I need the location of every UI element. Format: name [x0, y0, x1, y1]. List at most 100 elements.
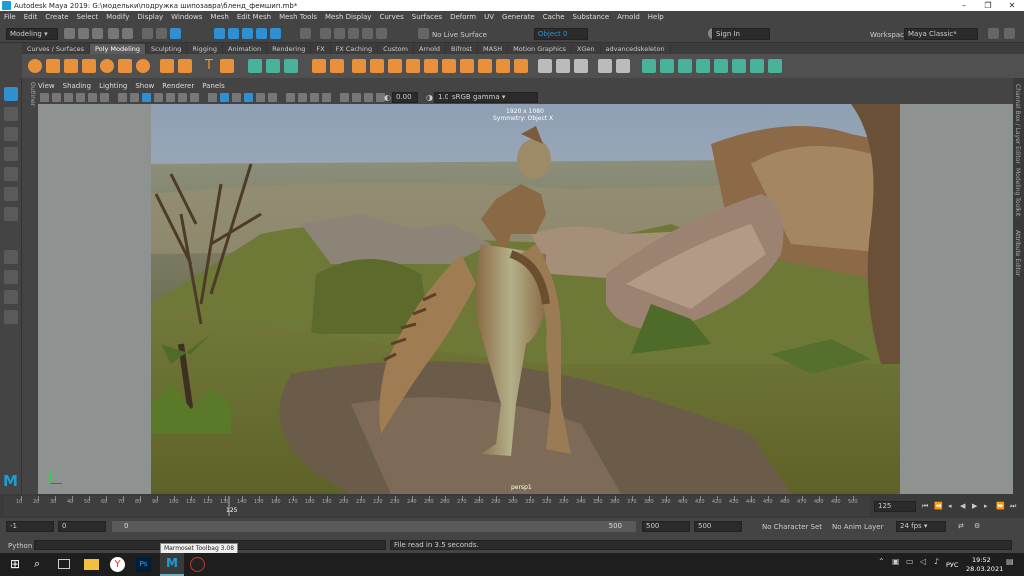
textured-icon[interactable]	[244, 93, 253, 102]
poly-cone-icon[interactable]	[82, 59, 96, 73]
shelf-tab-custom[interactable]: Custom	[378, 44, 414, 54]
anim-prefs-icon[interactable]: ⚙	[974, 522, 980, 530]
panel-menu-renderer[interactable]: Renderer	[162, 82, 194, 92]
use-all-lights-icon[interactable]	[256, 93, 265, 102]
toggle-toolbox-icon[interactable]	[988, 28, 999, 39]
camera-attributes-icon[interactable]	[52, 93, 61, 102]
network-icon[interactable]: ▭	[906, 557, 921, 572]
bridge-icon[interactable]	[370, 59, 384, 73]
select-component-icon[interactable]	[170, 28, 181, 39]
history-icon[interactable]	[300, 28, 311, 39]
character-set-label[interactable]: No Character Set	[762, 523, 822, 531]
toggle-channelbox-icon[interactable]	[1004, 28, 1015, 39]
safe-title-icon[interactable]	[190, 93, 199, 102]
play-forward-icon[interactable]: ▶	[972, 502, 977, 510]
live-surface-icon[interactable]	[418, 28, 429, 39]
menu-cache[interactable]: Cache	[543, 13, 565, 21]
restore-button[interactable]: ❐	[976, 0, 1000, 11]
poly-cylinder-icon[interactable]	[64, 59, 78, 73]
extrude-icon[interactable]	[352, 59, 366, 73]
motion-blur-icon[interactable]	[298, 93, 307, 102]
step-forward-frame-icon[interactable]: ▸	[984, 502, 988, 510]
start-icon[interactable]: ⊞	[10, 557, 25, 572]
view-transform-dropdown[interactable]: sRGB gamma ▾	[448, 92, 538, 103]
notifications-icon[interactable]: ▤	[1006, 557, 1021, 572]
film-gate-icon[interactable]	[130, 93, 139, 102]
sign-in-dropdown[interactable]: Sign In	[712, 28, 770, 40]
go-to-end-icon[interactable]: ⏭	[1010, 502, 1016, 511]
edge-loop-icon[interactable]	[514, 59, 528, 73]
snap-grid-icon[interactable]	[214, 28, 225, 39]
type-text-icon[interactable]: T	[202, 59, 216, 73]
menu-file[interactable]: File	[4, 13, 16, 21]
menu-windows[interactable]: Windows	[171, 13, 202, 21]
menu-edit[interactable]: Edit	[24, 13, 38, 21]
xray-active-icon[interactable]	[364, 93, 373, 102]
sculpt-pinch-icon[interactable]	[696, 59, 710, 73]
volume-icon[interactable]: ◁	[920, 557, 935, 572]
yandex-browser-icon[interactable]: Y	[110, 557, 125, 572]
fill-hole-icon[interactable]	[406, 59, 420, 73]
bevel-icon[interactable]	[388, 59, 402, 73]
shelf-tab-rendering[interactable]: Rendering	[267, 44, 312, 54]
file-explorer-icon[interactable]	[84, 559, 99, 570]
snap-view-icon[interactable]	[256, 28, 267, 39]
input-language[interactable]: РУС	[946, 561, 958, 569]
panel-menu-view[interactable]: View	[38, 82, 55, 92]
open-scene-icon[interactable]	[78, 28, 89, 39]
shelf-tab-motion-graphics[interactable]: Motion Graphics	[508, 44, 572, 54]
auto-key-icon[interactable]: ⇄	[958, 522, 964, 530]
step-back-key-icon[interactable]: ⏪	[934, 502, 943, 510]
move-tool-icon[interactable]	[4, 147, 18, 161]
shelf-tab-bifrost[interactable]: Bifrost	[446, 44, 479, 54]
menu-mesh-tools[interactable]: Mesh Tools	[279, 13, 317, 21]
shelf-tab-curves-surfaces[interactable]: Curves / Surfaces	[22, 44, 91, 54]
automatic-map-icon[interactable]	[556, 59, 570, 73]
super-shape-icon[interactable]	[178, 59, 192, 73]
panel-menu-lighting[interactable]: Lighting	[99, 82, 127, 92]
menu-display[interactable]: Display	[137, 13, 163, 21]
shelf-tab-xgen[interactable]: XGen	[572, 44, 601, 54]
poly-torus-icon[interactable]	[100, 59, 114, 73]
image-plane-icon[interactable]	[76, 93, 85, 102]
smooth-shade-icon[interactable]	[220, 93, 229, 102]
shelf-tab-fx[interactable]: FX	[311, 44, 331, 54]
panel-menu-panels[interactable]: Panels	[202, 82, 225, 92]
select-object-icon[interactable]	[156, 28, 167, 39]
hypershade-icon[interactable]	[362, 28, 373, 39]
menu-substance[interactable]: Substance	[573, 13, 610, 21]
tray-up-icon[interactable]: ⌃	[878, 557, 893, 572]
exposure-field[interactable]: 0.00	[392, 92, 418, 103]
channel-box-tab[interactable]: Channel Box / Layer Editor	[1014, 84, 1021, 164]
animation-start-field[interactable]: -1	[6, 521, 54, 532]
go-to-start-icon[interactable]: ⏮	[922, 502, 928, 511]
shelf-tab-mash[interactable]: MASH	[478, 44, 509, 54]
connect-icon[interactable]	[478, 59, 492, 73]
field-chart-icon[interactable]	[166, 93, 175, 102]
mirror-icon[interactable]	[330, 59, 344, 73]
menu-surfaces[interactable]: Surfaces	[412, 13, 442, 21]
shelf-tab-animation[interactable]: Animation	[223, 44, 268, 54]
planar-map-icon[interactable]	[538, 59, 552, 73]
object-field[interactable]: Object 0	[534, 28, 588, 40]
shelf-tab-arnold[interactable]: Arnold	[414, 44, 447, 54]
redo-icon[interactable]	[122, 28, 133, 39]
panel-menu-show[interactable]: Show	[135, 82, 154, 92]
menu-mesh[interactable]: Mesh	[210, 13, 228, 21]
sculpt-relax-icon[interactable]	[678, 59, 692, 73]
sculpt-foamy-icon[interactable]	[732, 59, 746, 73]
menu-mesh-display[interactable]: Mesh Display	[325, 13, 371, 21]
snap-curve-icon[interactable]	[228, 28, 239, 39]
range-bar[interactable]: 0 500	[112, 521, 636, 532]
task-view-icon[interactable]	[58, 559, 70, 569]
undo-icon[interactable]	[108, 28, 119, 39]
new-scene-icon[interactable]	[64, 28, 75, 39]
sculpt-spray-icon[interactable]	[750, 59, 764, 73]
shadows-icon[interactable]	[268, 93, 277, 102]
snap-point-icon[interactable]	[242, 28, 253, 39]
grid-icon[interactable]	[118, 93, 127, 102]
poly-disc-icon[interactable]	[136, 59, 150, 73]
viewport[interactable]: 1920 x 1080 Symmetry: Object X persp1	[38, 104, 1013, 494]
2d-pan-zoom-icon[interactable]	[88, 93, 97, 102]
fps-dropdown[interactable]: 24 fps ▾	[896, 521, 946, 532]
